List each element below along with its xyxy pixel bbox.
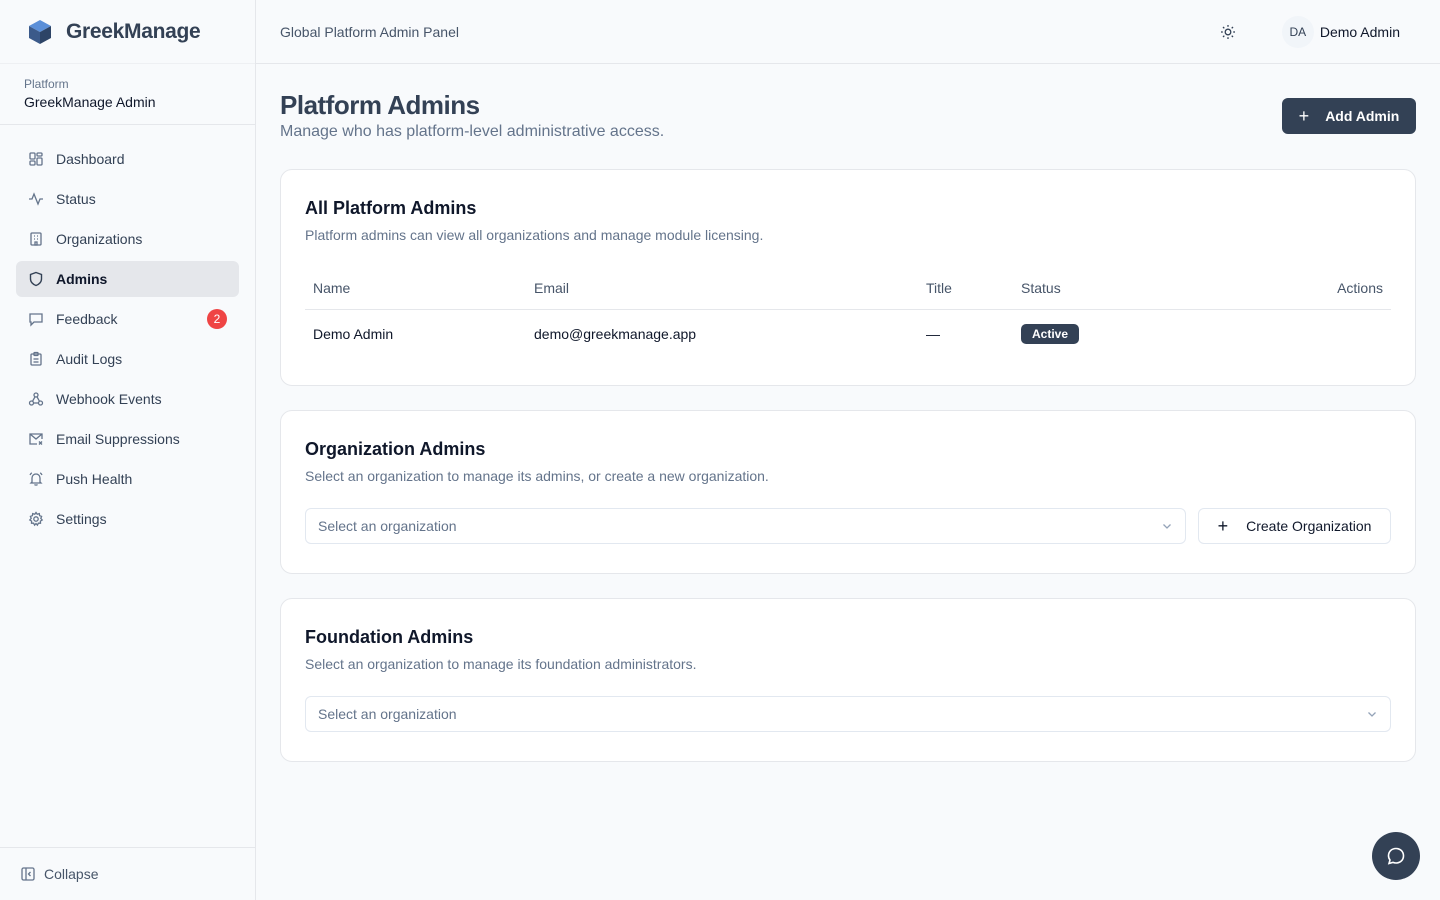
feedback-count-badge: 2 (207, 309, 227, 329)
sidebar-item-email-suppressions[interactable]: Email Suppressions (16, 421, 239, 457)
page-title: Platform Admins (280, 90, 480, 120)
sidebar-item-label: Admins (56, 271, 108, 287)
sidebar-item-label: Audit Logs (56, 351, 123, 367)
collapse-label: Collapse (44, 866, 99, 882)
create-organization-label: Create Organization (1246, 518, 1372, 534)
clipboard-icon (28, 351, 44, 367)
column-header-name: Name (305, 267, 526, 310)
sidebar-item-audit-logs[interactable]: Audit Logs (16, 341, 239, 377)
status-badge: Active (1021, 323, 1080, 344)
dashboard-icon (28, 151, 44, 167)
platform-switcher[interactable]: Platform GreekManage Admin (0, 64, 255, 125)
main-content: Platform Admins Manage who has platform-… (280, 64, 1416, 762)
select-placeholder: Select an organization (318, 518, 457, 534)
chevron-down-icon (1368, 712, 1376, 717)
building-icon (28, 231, 44, 247)
admin-status-cell: Active (1013, 309, 1219, 358)
platform-name: GreekManage Admin (24, 94, 156, 110)
sidebar: GreekManage Platform GreekManage Admin D… (0, 0, 256, 900)
admin-name: Demo Admin (313, 325, 394, 342)
sidebar-item-settings[interactable]: Settings (16, 501, 239, 537)
page-subtitle: Manage who has platform-level administra… (280, 123, 665, 140)
chat-bubble-icon (1387, 847, 1405, 865)
chevron-down-icon (1163, 524, 1171, 529)
organization-admins-card: Organization Admins Select an organizati… (280, 410, 1416, 574)
card-description: Platform admins can view all organizatio… (305, 227, 764, 243)
sidebar-item-webhook-events[interactable]: Webhook Events (16, 381, 239, 417)
message-icon (28, 311, 44, 327)
topbar: Global Platform Admin Panel DA Demo Admi… (256, 0, 1440, 64)
avatar: DA (1281, 16, 1314, 48)
user-menu[interactable]: DA Demo Admin (1281, 16, 1400, 48)
sidebar-item-label: Push Health (56, 471, 133, 487)
admin-title: — (926, 325, 940, 342)
sidebar-item-label: Dashboard (56, 151, 125, 167)
card-description: Select an organization to manage its fou… (305, 656, 697, 672)
sidebar-item-label: Status (56, 191, 96, 207)
table-row[interactable]: Demo Admin demo@greekmanage.app — Active (305, 309, 1391, 358)
admin-email: demo@greekmanage.app (534, 325, 697, 342)
sidebar-item-label: Webhook Events (56, 391, 162, 407)
mail-x-icon (28, 431, 44, 447)
brand-name: GreekManage (66, 19, 201, 43)
foundation-select-row: Select an organization (305, 696, 1391, 732)
card-title: All Platform Admins (305, 198, 477, 218)
column-header-actions: Actions (1218, 267, 1391, 310)
create-organization-button[interactable]: + Create Organization (1198, 508, 1391, 544)
admin-actions (1219, 309, 1391, 358)
shield-icon (28, 271, 44, 287)
theme-toggle-button[interactable] (1216, 20, 1240, 44)
collapse-button[interactable]: Collapse (0, 847, 255, 900)
select-placeholder: Select an organization (318, 706, 457, 722)
sidebar-item-label: Organizations (56, 231, 143, 247)
collapse-icon (21, 867, 35, 881)
chat-support-button[interactable] (1372, 832, 1420, 880)
gear-icon (28, 511, 44, 527)
add-admin-button[interactable]: + Add Admin (1282, 98, 1416, 134)
sun-icon (1221, 25, 1235, 39)
platform-admins-card: All Platform Admins Platform admins can … (280, 169, 1416, 386)
add-admin-label: Add Admin (1325, 108, 1400, 124)
sidebar-item-feedback[interactable]: Feedback 2 (16, 301, 239, 337)
sidebar-item-label: Email Suppressions (56, 431, 180, 447)
sidebar-item-status[interactable]: Status (16, 181, 239, 217)
foundation-organization-select[interactable]: Select an organization (305, 696, 1391, 732)
webhook-icon (28, 391, 44, 407)
org-select-row: Select an organization + Create Organiza… (305, 508, 1391, 544)
sidebar-item-admins[interactable]: Admins (16, 261, 239, 297)
activity-icon (28, 191, 44, 207)
sidebar-item-organizations[interactable]: Organizations (16, 221, 239, 257)
card-title: Foundation Admins (305, 627, 474, 647)
foundation-admins-card: Foundation Admins Select an organization… (280, 598, 1416, 762)
brand[interactable]: GreekManage (0, 0, 255, 64)
sidebar-item-label: Feedback (56, 311, 118, 327)
bell-icon (28, 471, 44, 487)
platform-label: Platform (24, 77, 69, 91)
platform-admins-table: Name Email Title Status Actions Demo Adm… (305, 267, 1391, 358)
sidebar-item-dashboard[interactable]: Dashboard (16, 141, 239, 177)
plus-icon: + (1298, 105, 1310, 126)
sidebar-item-push-health[interactable]: Push Health (16, 461, 239, 497)
sidebar-item-label: Settings (56, 511, 107, 527)
column-header-title: Title (918, 267, 1013, 310)
card-description: Select an organization to manage its adm… (305, 468, 769, 484)
sidebar-nav: Dashboard Status Organizations Admins Fe… (0, 125, 255, 537)
card-title: Organization Admins (305, 439, 486, 459)
logo-icon (29, 19, 51, 44)
column-header-email: Email (526, 267, 918, 310)
column-header-status: Status (1013, 267, 1219, 310)
organization-select[interactable]: Select an organization (305, 508, 1186, 544)
table-header-row: Name Email Title Status Actions (305, 267, 1391, 310)
user-name: Demo Admin (1319, 24, 1400, 40)
plus-icon: + (1217, 515, 1229, 536)
topbar-title: Global Platform Admin Panel (280, 23, 459, 40)
